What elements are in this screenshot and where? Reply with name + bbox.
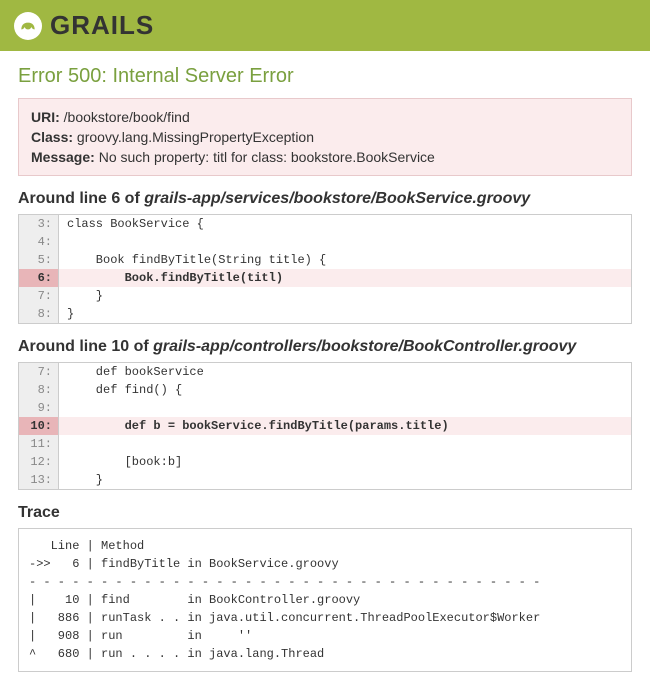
- line-code: [59, 399, 631, 417]
- line-code: def b = bookService.findByTitle(params.t…: [59, 417, 631, 435]
- app-header: GRAILS: [0, 0, 650, 51]
- line-number: 4:: [19, 233, 59, 251]
- message-value: No such property: titl for class: bookst…: [99, 149, 435, 165]
- code-line: 13: }: [19, 471, 631, 489]
- snippet-path: grails-app/controllers/bookstore/BookCon…: [153, 338, 576, 355]
- trace-heading: Trace: [18, 504, 632, 522]
- grails-logo-icon: [14, 12, 42, 40]
- brand-name: GRAILS: [50, 10, 154, 41]
- code-line: 12: [book:b]: [19, 453, 631, 471]
- code-block: 7: def bookService8: def find() {9:10: d…: [18, 362, 632, 490]
- code-line: 8:}: [19, 305, 631, 323]
- line-number: 5:: [19, 251, 59, 269]
- line-number: 11:: [19, 435, 59, 453]
- message-label: Message:: [31, 149, 95, 165]
- line-number: 7:: [19, 363, 59, 381]
- line-number: 7:: [19, 287, 59, 305]
- class-label: Class:: [31, 129, 73, 145]
- error-class-row: Class: groovy.lang.MissingPropertyExcept…: [31, 129, 619, 145]
- line-number: 13:: [19, 471, 59, 489]
- snippet-heading: Around line 10 of grails-app/controllers…: [18, 338, 632, 356]
- line-number: 8:: [19, 381, 59, 399]
- snippet-path: grails-app/services/bookstore/BookServic…: [144, 190, 530, 207]
- error-title: Error 500: Internal Server Error: [18, 65, 632, 88]
- line-number: 3:: [19, 215, 59, 233]
- uri-label: URI:: [31, 109, 60, 125]
- error-details-box: URI: /bookstore/book/find Class: groovy.…: [18, 98, 632, 176]
- uri-value: /bookstore/book/find: [64, 109, 190, 125]
- code-line: 7: def bookService: [19, 363, 631, 381]
- line-code: Book.findByTitle(titl): [59, 269, 631, 287]
- code-line: 7: }: [19, 287, 631, 305]
- code-block: 3:class BookService {4:5: Book findByTit…: [18, 214, 632, 324]
- code-line: 11:: [19, 435, 631, 453]
- line-code: }: [59, 287, 631, 305]
- snippet-heading-prefix: Around line 6 of: [18, 190, 144, 207]
- snippet-heading: Around line 6 of grails-app/services/boo…: [18, 190, 632, 208]
- class-value: groovy.lang.MissingPropertyException: [77, 129, 314, 145]
- snippet-heading-prefix: Around line 10 of: [18, 338, 153, 355]
- error-uri-row: URI: /bookstore/book/find: [31, 109, 619, 125]
- code-line: 4:: [19, 233, 631, 251]
- page-content: Error 500: Internal Server Error URI: /b…: [0, 51, 650, 686]
- line-number: 10:: [19, 417, 59, 435]
- line-number: 6:: [19, 269, 59, 287]
- line-code: def find() {: [59, 381, 631, 399]
- line-code: class BookService {: [59, 215, 631, 233]
- code-line: 9:: [19, 399, 631, 417]
- line-code: }: [59, 471, 631, 489]
- code-line: 10: def b = bookService.findByTitle(para…: [19, 417, 631, 435]
- line-code: def bookService: [59, 363, 631, 381]
- code-line: 8: def find() {: [19, 381, 631, 399]
- line-code: [59, 233, 631, 251]
- line-number: 12:: [19, 453, 59, 471]
- code-line: 5: Book findByTitle(String title) {: [19, 251, 631, 269]
- line-code: }: [59, 305, 631, 323]
- code-line: 3:class BookService {: [19, 215, 631, 233]
- code-line: 6: Book.findByTitle(titl): [19, 269, 631, 287]
- line-code: [book:b]: [59, 453, 631, 471]
- error-message-row: Message: No such property: titl for clas…: [31, 149, 619, 165]
- line-number: 8:: [19, 305, 59, 323]
- line-code: [59, 435, 631, 453]
- line-number: 9:: [19, 399, 59, 417]
- trace-block: Line | Method ->> 6 | findByTitle in Boo…: [18, 528, 632, 672]
- line-code: Book findByTitle(String title) {: [59, 251, 631, 269]
